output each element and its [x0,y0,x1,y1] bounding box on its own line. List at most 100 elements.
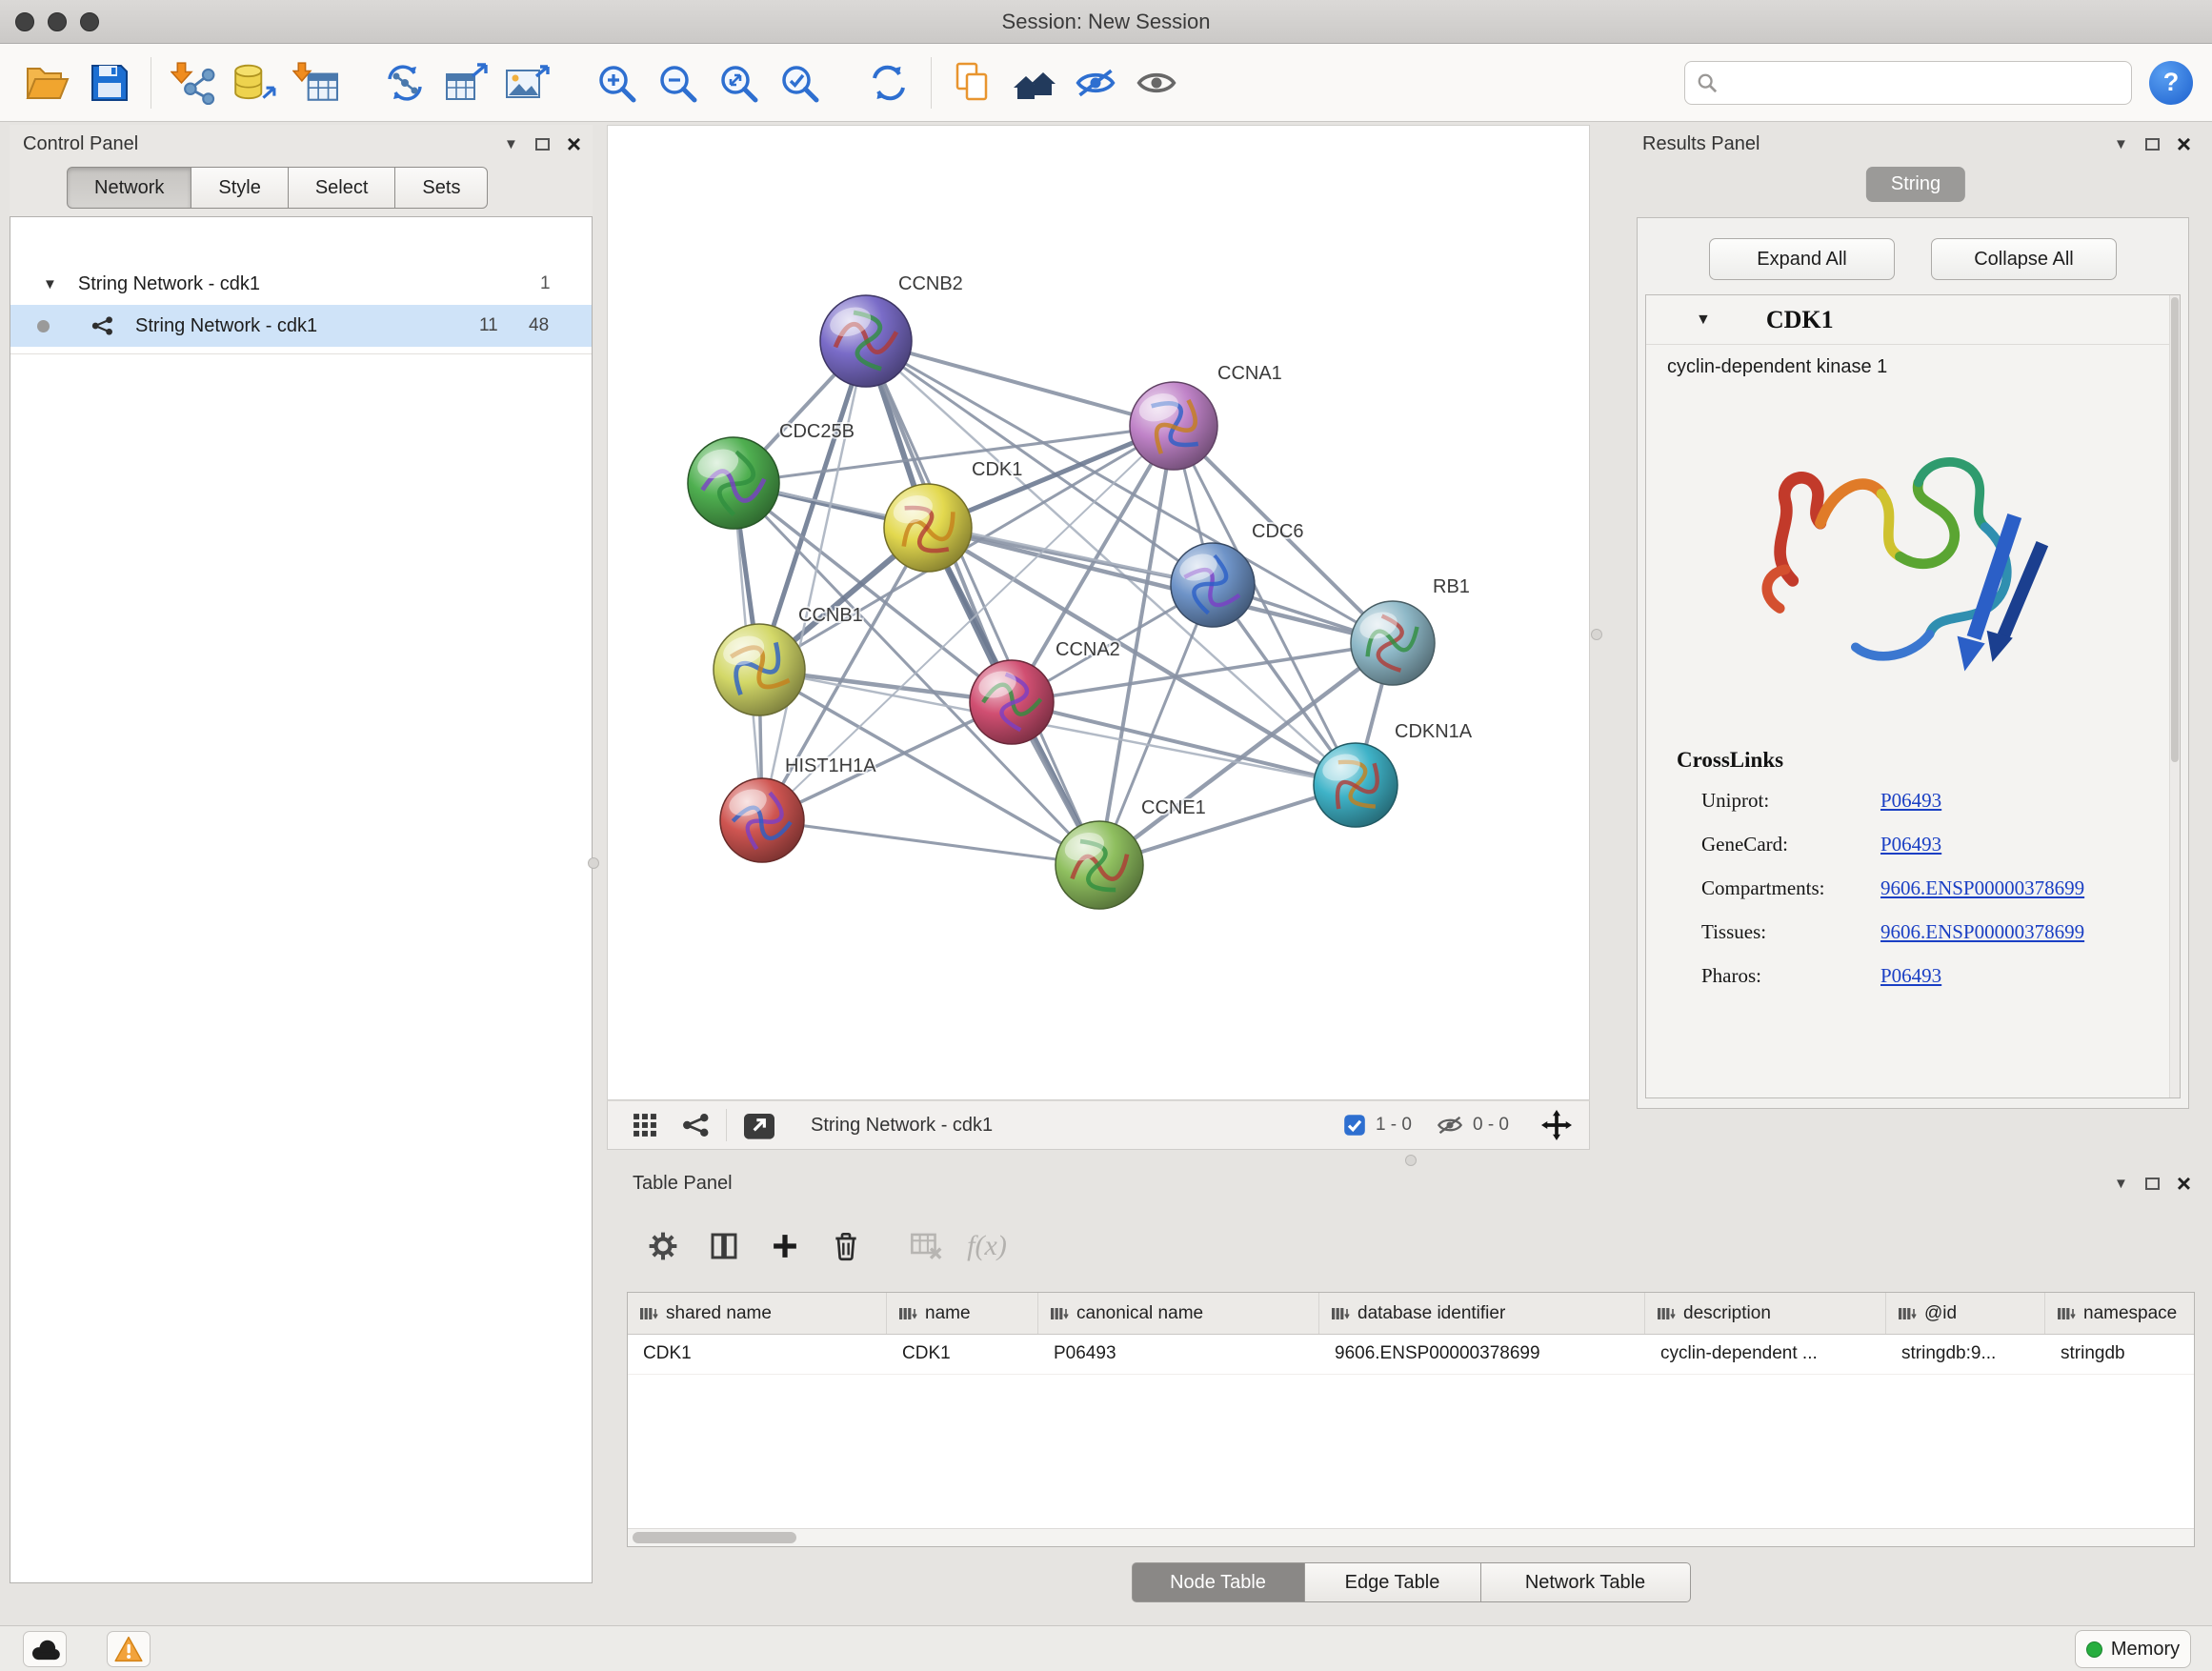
open-in-window-button[interactable] [742,1110,776,1140]
move-crosshair-icon[interactable] [1541,1110,1572,1140]
section-disclosure-icon[interactable]: ▼ [1696,312,1711,329]
network-node-ccne1[interactable] [1056,821,1143,909]
cloud-status-button[interactable] [23,1631,67,1667]
network-node-cdkn1a[interactable] [1314,743,1398,827]
collapse-all-button[interactable]: Collapse All [1931,238,2117,280]
network-node-ccnb1[interactable] [714,624,805,715]
new-network-from-selection-button[interactable] [374,52,435,113]
tab-node-table[interactable]: Node Table [1132,1562,1305,1602]
table-cell[interactable]: CDK1 [628,1335,887,1374]
tab-edge-table[interactable]: Edge Table [1305,1562,1481,1602]
panel-menu-icon[interactable]: ▼ [504,136,518,152]
table-settings-button[interactable] [633,1218,694,1275]
table-cell[interactable]: stringdb [2045,1335,2195,1374]
column-header-description[interactable]: description [1645,1293,1886,1334]
show-columns-button[interactable] [694,1218,754,1275]
close-panel-icon[interactable]: × [567,131,581,156]
delete-table-button[interactable] [895,1218,956,1275]
network-node-cdc25b[interactable] [688,437,779,529]
table-cell[interactable]: P06493 [1038,1335,1319,1374]
delete-column-button[interactable] [815,1218,876,1275]
collection-disclosure-icon[interactable]: ▼ [43,276,57,292]
search-input[interactable] [1725,71,2120,94]
table-cell[interactable]: stringdb:9... [1886,1335,2045,1374]
network-node-ccna1[interactable] [1130,382,1217,470]
string-home-button[interactable] [1004,52,1065,113]
network-edge[interactable] [928,528,1393,643]
crosslink-link[interactable]: P06493 [1880,789,1941,813]
network-node-hist1h1a[interactable] [720,778,804,862]
warnings-button[interactable] [107,1631,151,1667]
tab-string[interactable]: String [1866,167,1965,202]
float-panel-icon[interactable] [535,138,550,151]
show-graphics-details-button[interactable] [1126,52,1187,113]
column-header-shared-name[interactable]: shared name [628,1293,887,1334]
open-session-button[interactable] [17,52,78,113]
import-network-database-button[interactable] [224,52,285,113]
network-canvas[interactable]: CCNB2CCNA1CDC25BCDK1CDC6RB1CCNB1CCNA2CDK… [607,125,1590,1100]
tab-style[interactable]: Style [191,167,288,209]
close-window-button[interactable] [15,12,34,31]
table-horizontal-scrollbar[interactable] [628,1528,2194,1546]
network-node-rb1[interactable] [1351,601,1435,685]
copy-document-button[interactable] [943,52,1004,113]
network-graph[interactable]: CCNB2CCNA1CDC25BCDK1CDC6RB1CCNB1CCNA2CDK… [608,126,1589,1099]
selected-checkbox-icon[interactable] [1343,1114,1366,1137]
table-cell[interactable]: cyclin-dependent ... [1645,1335,1886,1374]
help-button[interactable]: ? [2149,61,2193,105]
zoom-selected-button[interactable] [769,52,830,113]
gene-section-header[interactable]: ▼ CDK1 [1646,295,2180,345]
float-panel-icon[interactable] [2145,138,2160,151]
export-table-button[interactable] [435,52,496,113]
tab-network[interactable]: Network [67,167,191,209]
hidden-eye-icon[interactable] [1437,1116,1463,1135]
expand-all-button[interactable]: Expand All [1709,238,1895,280]
network-overview-button[interactable] [682,1114,711,1137]
network-node-ccnb2[interactable] [820,295,912,387]
save-session-button[interactable] [78,52,139,113]
network-row-selected[interactable]: String Network - cdk1 11 48 [10,305,592,347]
tab-network-table[interactable]: Network Table [1481,1562,1691,1602]
crosslink-link[interactable]: P06493 [1880,964,1941,988]
minimize-window-button[interactable] [48,12,67,31]
zoom-in-button[interactable] [586,52,647,113]
table-row[interactable]: CDK1CDK1P064939606.ENSP00000378699cyclin… [628,1335,2194,1375]
crosslink-link[interactable]: 9606.ENSP00000378699 [1880,920,2084,944]
network-collection-row[interactable]: ▼ String Network - cdk1 1 [10,263,592,305]
network-node-cdc6[interactable] [1171,543,1255,627]
float-panel-icon[interactable] [2145,1178,2160,1190]
crosslink-link[interactable]: 9606.ENSP00000378699 [1880,876,2084,900]
network-edge[interactable] [762,820,1099,865]
search-box[interactable] [1684,61,2132,105]
splitter-handle[interactable] [588,857,599,869]
hide-graphics-details-button[interactable] [1065,52,1126,113]
column-header-namespace[interactable]: namespace [2045,1293,2195,1334]
column-header-database-identifier[interactable]: database identifier [1319,1293,1645,1334]
export-image-button[interactable] [496,52,557,113]
network-node-ccna2[interactable] [970,660,1054,744]
zoom-fit-button[interactable] [708,52,769,113]
crosslink-link[interactable]: P06493 [1880,833,1941,856]
close-panel-icon[interactable]: × [2177,131,2191,156]
import-table-file-button[interactable] [285,52,346,113]
tab-select[interactable]: Select [289,167,396,209]
results-scrollbar[interactable] [2169,295,2180,1097]
network-node-cdk1[interactable] [884,484,972,572]
panel-menu-icon[interactable]: ▼ [2114,136,2128,152]
birds-eye-button[interactable] [633,1113,657,1137]
table-cell[interactable]: CDK1 [887,1335,1038,1374]
column-header-canonical-name[interactable]: canonical name [1038,1293,1319,1334]
tab-sets[interactable]: Sets [395,167,488,209]
maximize-window-button[interactable] [80,12,99,31]
close-panel-icon[interactable]: × [2177,1171,2191,1196]
refresh-button[interactable] [858,52,919,113]
memory-button[interactable]: Memory [2075,1630,2191,1668]
splitter-handle[interactable] [1591,629,1602,640]
create-column-button[interactable] [754,1218,815,1275]
column-header-name[interactable]: name [887,1293,1038,1334]
network-edge[interactable] [866,341,1099,865]
panel-menu-icon[interactable]: ▼ [2114,1176,2128,1192]
table-cell[interactable]: 9606.ENSP00000378699 [1319,1335,1645,1374]
import-network-file-button[interactable] [163,52,224,113]
column-header-id[interactable]: @id [1886,1293,2045,1334]
